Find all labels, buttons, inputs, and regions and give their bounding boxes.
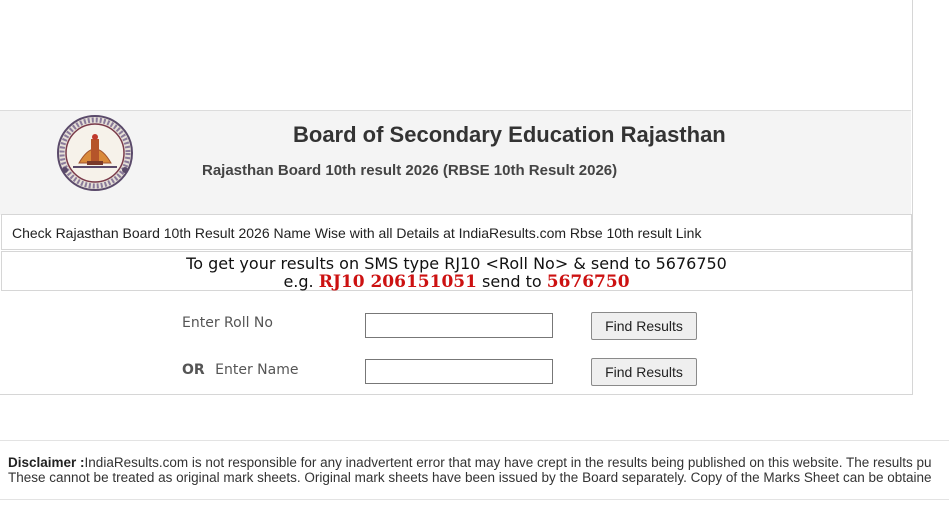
disclaimer-line-2: These cannot be treated as original mark… (8, 470, 932, 485)
name-label: Enter Name (215, 362, 299, 378)
or-label: OR (182, 362, 205, 378)
rbse-seal-logo-icon (43, 115, 147, 191)
sms-line-2: e.g. RJ10 206151051 send to 5676750 (2, 272, 911, 292)
disclaimer-text: Disclaimer :IndiaResults.com is not resp… (8, 455, 932, 485)
roll-no-input[interactable] (365, 313, 553, 338)
roll-no-label: Enter Roll No (182, 315, 273, 331)
find-results-roll-button[interactable]: Find Results (591, 312, 697, 340)
info-text: Check Rajasthan Board 10th Result 2026 N… (12, 225, 702, 241)
disclaimer-line-1: IndiaResults.com is not responsible for … (84, 455, 932, 470)
sms-line-1: To get your results on SMS type RJ10 <Ro… (186, 254, 727, 273)
sms-example-code: RJ10 206151051 (318, 272, 477, 292)
sms-example-number: 5676750 (546, 272, 630, 292)
find-results-name-button[interactable]: Find Results (591, 358, 697, 386)
info-banner: Check Rajasthan Board 10th Result 2026 N… (1, 214, 912, 250)
page-header: Board of Secondary Education Rajasthan R… (0, 110, 911, 215)
page-subtitle: Rajasthan Board 10th result 2026 (RBSE 1… (202, 162, 618, 179)
result-panel: Board of Secondary Education Rajasthan R… (0, 0, 913, 395)
disclaimer-section: Disclaimer :IndiaResults.com is not resp… (0, 440, 949, 500)
name-input[interactable] (365, 359, 553, 384)
page-title: Board of Secondary Education Rajasthan (293, 122, 726, 147)
sms-instructions: To get your results on SMS type RJ10 <Ro… (1, 251, 912, 292)
disclaimer-label: Disclaimer : (8, 455, 85, 470)
sms-example-prefix: e.g. (283, 272, 319, 291)
name-label-group: OR Enter Name (182, 362, 298, 378)
sms-example-mid: send to (476, 272, 547, 291)
